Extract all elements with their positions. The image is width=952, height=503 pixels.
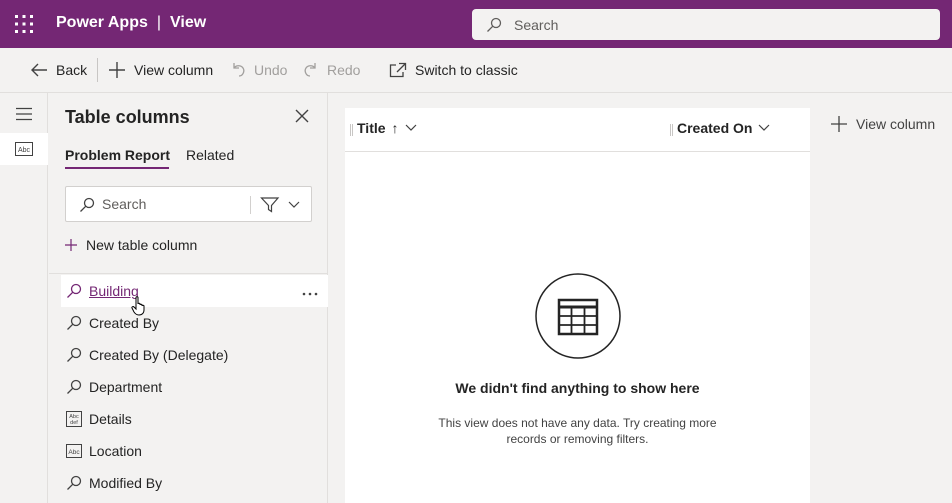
rail-item-table-columns[interactable]: Abc	[0, 133, 48, 165]
filter-icon	[260, 197, 280, 213]
column-item-created-by[interactable]: Created By	[61, 307, 328, 339]
lookup-icon	[65, 314, 83, 332]
empty-state-title: We didn't find anything to show here	[455, 380, 700, 396]
back-button[interactable]: Back	[30, 48, 87, 92]
active-tab-indicator	[65, 167, 169, 169]
text-icon: Abc	[65, 442, 83, 460]
column-header-label: Created On	[677, 120, 753, 136]
sort-ascending-icon: ↑	[391, 120, 399, 136]
app-title: Power Apps | View	[56, 14, 206, 32]
multiline-text-icon: Abc def	[65, 410, 83, 428]
column-resize-handle[interactable]	[350, 124, 353, 136]
column-item-details[interactable]: Abc def Details	[61, 403, 328, 435]
search-icon	[80, 197, 95, 212]
undo-label: Undo	[254, 62, 288, 78]
switch-to-classic-label: Switch to classic	[415, 62, 518, 78]
add-view-column-label: View column	[856, 116, 936, 132]
view-column-label: View column	[134, 62, 214, 78]
lookup-icon	[65, 378, 83, 396]
column-item-label: Details	[89, 411, 132, 427]
panel-title: Table columns	[65, 107, 190, 127]
search-divider	[250, 196, 251, 214]
undo-button[interactable]: Undo	[230, 48, 287, 92]
new-table-column-label: New table column	[86, 237, 198, 253]
redo-button[interactable]: Redo	[303, 48, 360, 92]
add-view-column-button[interactable]: View column	[831, 116, 935, 132]
filter-dropdown[interactable]	[260, 196, 306, 214]
svg-text:Abc: Abc	[68, 449, 80, 456]
svg-text:Abc: Abc	[18, 147, 31, 154]
tab-related[interactable]: Related	[186, 147, 234, 163]
app-launcher-icon[interactable]	[14, 14, 34, 34]
view-grid: Title ↑ Created On We didn't find anythi…	[345, 108, 810, 503]
chevron-down-icon	[759, 124, 770, 131]
column-item-label: Created By	[89, 315, 160, 331]
chevron-down-icon	[405, 124, 416, 131]
lookup-icon	[65, 474, 83, 492]
column-item-label: Modified By	[89, 475, 163, 491]
global-search[interactable]	[472, 9, 940, 40]
command-separator	[97, 58, 98, 82]
column-item-label: Department	[89, 379, 163, 395]
column-item-building[interactable]: Building	[61, 275, 328, 307]
left-rail: Abc	[0, 93, 48, 503]
page-name: View	[170, 14, 207, 31]
grid-header: Title ↑ Created On	[345, 108, 810, 152]
table-columns-panel: Table columns Problem Report Related New…	[49, 93, 328, 503]
lookup-icon	[65, 346, 83, 364]
hand-cursor-icon	[131, 296, 147, 319]
column-header-created-on[interactable]: Created On	[677, 120, 770, 136]
column-header-title[interactable]: Title ↑	[357, 120, 417, 136]
redo-icon	[304, 63, 316, 77]
add-icon	[109, 62, 125, 78]
title-separator: |	[156, 14, 162, 31]
new-table-column-button[interactable]: New table column	[65, 237, 197, 253]
column-resize-handle[interactable]	[670, 124, 673, 136]
undo-icon	[233, 63, 245, 77]
column-item-modified-by[interactable]: Modified By	[61, 467, 328, 499]
column-search-box[interactable]	[65, 186, 312, 222]
svg-text:def: def	[70, 420, 78, 426]
chevron-down-icon	[288, 201, 300, 208]
column-item-label: Location	[89, 443, 142, 459]
empty-table-icon	[535, 273, 621, 362]
redo-label: Redo	[327, 62, 361, 78]
list-divider	[49, 273, 328, 274]
column-item-location[interactable]: Abc Location	[61, 435, 328, 467]
column-item-label: Created By (Delegate)	[89, 347, 229, 363]
switch-to-classic-button[interactable]: Switch to classic	[389, 48, 518, 92]
empty-state-message: This view does not have any data. Try cr…	[438, 416, 717, 446]
column-header-label: Title	[357, 120, 386, 136]
open-external-icon	[389, 62, 407, 78]
hamburger-menu-icon[interactable]	[16, 107, 32, 124]
view-column-button[interactable]: View column	[108, 48, 213, 92]
command-bar: Back View column Undo Redo Switch to cla…	[0, 48, 952, 93]
app-header: Power Apps | View	[0, 0, 952, 48]
tab-problem-report[interactable]: Problem Report	[65, 147, 170, 163]
more-options-icon[interactable]	[302, 283, 318, 299]
global-search-input[interactable]	[514, 9, 914, 40]
search-icon	[487, 17, 502, 32]
text-field-icon: Abc	[15, 142, 33, 156]
app-name[interactable]: Power Apps	[56, 14, 148, 31]
lookup-icon	[65, 282, 83, 300]
column-item-created-by-delegate[interactable]: Created By (Delegate)	[61, 339, 328, 371]
add-icon	[831, 116, 847, 132]
add-icon	[65, 239, 77, 251]
column-item-department[interactable]: Department	[61, 371, 328, 403]
back-label: Back	[56, 62, 88, 78]
column-search-input[interactable]	[102, 187, 242, 221]
back-arrow-icon	[31, 63, 47, 77]
close-icon[interactable]	[295, 109, 309, 126]
